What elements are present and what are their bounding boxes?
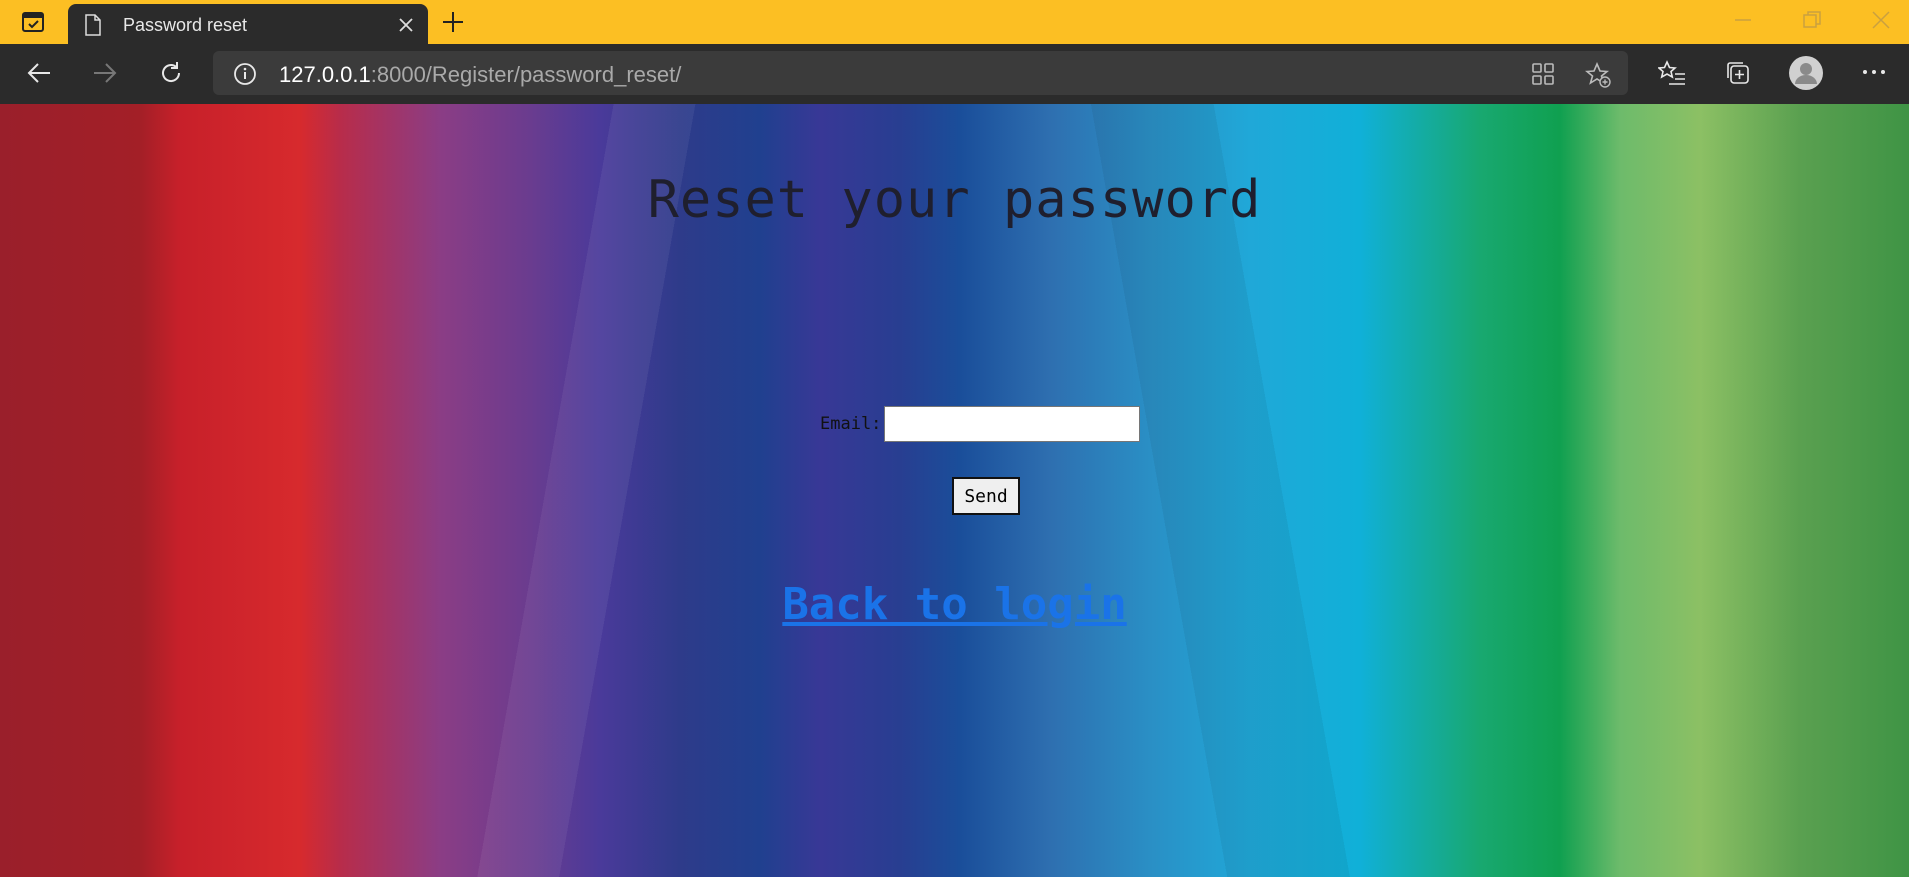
- close-window-icon[interactable]: [1871, 10, 1891, 30]
- more-options-icon[interactable]: [1862, 68, 1886, 76]
- close-tab-icon[interactable]: [398, 17, 414, 33]
- email-label: Email:: [820, 414, 882, 434]
- collections-icon[interactable]: [1725, 60, 1751, 86]
- tab-title: Password reset: [123, 15, 248, 35]
- site-info-icon[interactable]: [233, 62, 257, 86]
- send-button[interactable]: Send: [952, 477, 1020, 515]
- app-available-icon[interactable]: [1531, 62, 1555, 86]
- address-bar[interactable]: 127.0.0.1:8000/Register/password_reset/: [213, 51, 1628, 95]
- restore-icon[interactable]: [1802, 10, 1822, 30]
- favorites-icon[interactable]: [1658, 60, 1686, 86]
- page-icon: [85, 14, 101, 36]
- tab-actions-icon: [22, 12, 44, 32]
- forward-icon[interactable]: [92, 60, 118, 86]
- browser-toolbar: 127.0.0.1:8000/Register/password_reset/: [0, 44, 1909, 104]
- tab-actions-button[interactable]: [0, 0, 66, 44]
- minimize-icon[interactable]: [1733, 10, 1753, 30]
- url-text[interactable]: 127.0.0.1:8000/Register/password_reset/: [279, 62, 681, 88]
- back-icon[interactable]: [26, 60, 52, 86]
- email-field[interactable]: [884, 406, 1141, 442]
- back-to-login-link[interactable]: Back to login: [782, 579, 1126, 630]
- page-title: Reset your password: [647, 170, 1262, 230]
- active-tab[interactable]: Password reset: [68, 4, 428, 44]
- browser-tab-bar: Password reset: [0, 0, 1909, 44]
- refresh-icon[interactable]: [158, 60, 184, 86]
- add-favorite-icon[interactable]: [1585, 62, 1611, 88]
- page-content: Reset your password Email: Send Back to …: [0, 104, 1909, 877]
- profile-avatar-icon[interactable]: [1789, 56, 1823, 90]
- new-tab-icon[interactable]: [441, 10, 465, 34]
- url-host: 127.0.0.1: [279, 62, 371, 87]
- url-path: :8000/Register/password_reset/: [370, 62, 682, 87]
- email-form-row: Email:: [820, 404, 1141, 444]
- back-link-container: Back to login: [0, 579, 1909, 630]
